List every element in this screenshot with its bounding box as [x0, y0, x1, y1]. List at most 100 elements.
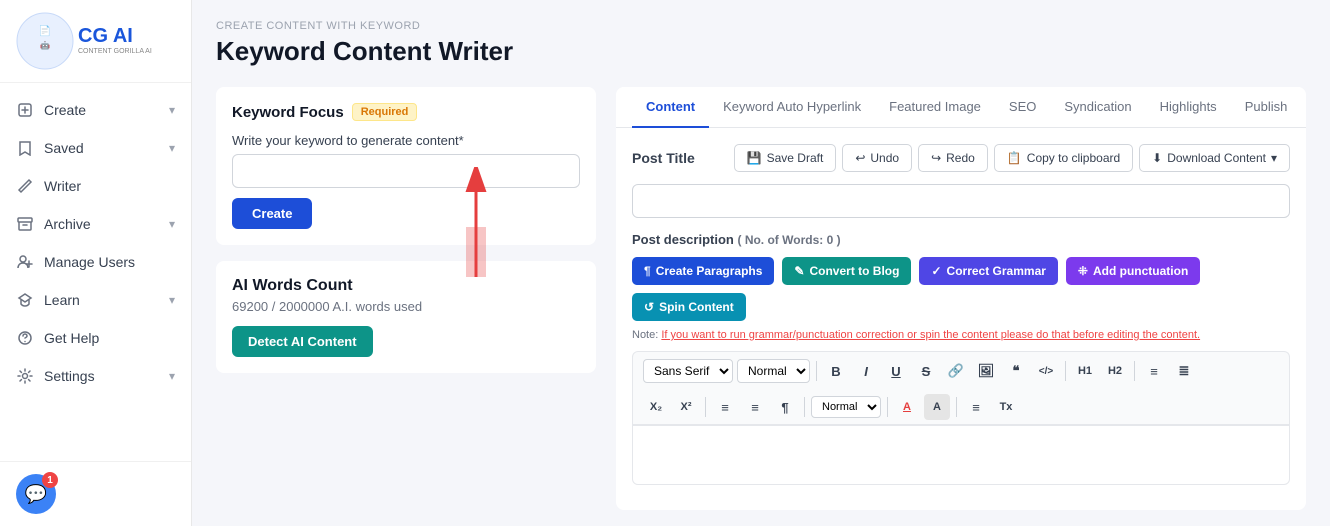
copy-icon: 📋 [1007, 151, 1022, 165]
get-help-label: Get Help [44, 330, 99, 346]
tab-featured-image[interactable]: Featured Image [875, 87, 995, 128]
correct-grammar-icon: ✓ [931, 264, 941, 278]
post-desc-row: Post description ( No. of Words: 0 ) [632, 232, 1290, 247]
sidebar-item-create[interactable]: Create ▾ [0, 91, 191, 129]
writer-icon [16, 177, 34, 195]
redo-icon: ↪ [931, 151, 941, 165]
image-button[interactable]: 🖼 [973, 358, 999, 384]
create-button[interactable]: Create [232, 198, 312, 229]
left-panel: Keyword Focus Required Write your keywor… [216, 87, 596, 510]
ordered-list-button[interactable]: ≣ [1171, 358, 1197, 384]
get-help-icon [16, 329, 34, 347]
italic-button[interactable]: I [853, 358, 879, 384]
align-right-button[interactable]: ≡ [742, 394, 768, 420]
keyword-input[interactable] [232, 154, 580, 188]
note-link[interactable]: If you want to run grammar/punctuation c… [661, 329, 1200, 341]
bold-button[interactable]: B [823, 358, 849, 384]
redo-button[interactable]: ↪ Redo [918, 144, 988, 172]
saved-icon [16, 139, 34, 157]
code-button[interactable]: </> [1033, 358, 1059, 384]
keyword-input-label: Write your keyword to generate content* [232, 133, 580, 148]
size-select[interactable]: Normal [737, 359, 810, 383]
download-icon: ⬇ [1152, 151, 1162, 165]
strikethrough-button[interactable]: S [913, 358, 939, 384]
detect-ai-button[interactable]: Detect AI Content [232, 326, 373, 357]
svg-text:🤖: 🤖 [40, 40, 50, 50]
logo-icon: 📄 🤖 [16, 12, 74, 70]
create-paragraphs-button[interactable]: ¶ Create Paragraphs [632, 257, 774, 285]
underline-button[interactable]: U [883, 358, 909, 384]
editor-content-area[interactable] [632, 425, 1290, 485]
logo-text: CG AI [78, 25, 133, 47]
tab-publish[interactable]: Publish [1231, 87, 1302, 128]
correct-grammar-button[interactable]: ✓ Correct Grammar [919, 257, 1057, 285]
toolbar-divider-7 [956, 397, 957, 417]
sidebar-item-saved[interactable]: Saved ▾ [0, 129, 191, 167]
link-button[interactable]: 🔗 [943, 358, 969, 384]
learn-icon [16, 291, 34, 309]
tab-highlights[interactable]: Highlights [1146, 87, 1231, 128]
spin-content-icon: ↺ [644, 300, 654, 314]
post-title-row: Post Title 💾 Save Draft ↩ Undo [632, 144, 1290, 172]
font-color-button[interactable]: A [894, 394, 920, 420]
post-desc-label: Post description ( No. of Words: 0 ) [632, 232, 841, 247]
undo-icon: ↩ [855, 151, 865, 165]
sidebar-item-learn[interactable]: Learn ▾ [0, 281, 191, 319]
editor-toolbar: Sans Serif Normal B I U S 🔗 🖼 ❝ </> [632, 351, 1290, 390]
add-punctuation-icon: ⁜ [1078, 264, 1088, 278]
keyword-focus-section: Keyword Focus Required Write your keywor… [216, 87, 596, 245]
create-icon [16, 101, 34, 119]
convert-blog-button[interactable]: ✎ Convert to Blog [782, 257, 911, 285]
post-title-input[interactable] [632, 184, 1290, 218]
subscript-button[interactable]: X₂ [643, 394, 669, 420]
saved-chevron: ▾ [169, 141, 175, 155]
manage-users-icon [16, 253, 34, 271]
main-content: CREATE CONTENT WITH KEYWORD Keyword Cont… [192, 0, 1330, 526]
sidebar-item-settings[interactable]: Settings ▾ [0, 357, 191, 395]
tab-keyword-auto[interactable]: Keyword Auto Hyperlink [709, 87, 875, 128]
toolbar-divider-1 [816, 361, 817, 381]
clear-format-button[interactable]: Tx [993, 394, 1019, 420]
align-justify-button[interactable]: ≡ [963, 394, 989, 420]
tab-content[interactable]: Content [632, 87, 709, 128]
save-draft-button[interactable]: 💾 Save Draft [734, 144, 837, 172]
required-badge: Required [352, 103, 418, 121]
spin-content-button[interactable]: ↺ Spin Content [632, 293, 746, 321]
tab-syndication[interactable]: Syndication [1050, 87, 1145, 128]
undo-button[interactable]: ↩ Undo [842, 144, 912, 172]
unordered-list-button[interactable]: ≡ [1141, 358, 1167, 384]
settings-label: Settings [44, 368, 95, 384]
download-chevron-icon: ▾ [1271, 151, 1277, 165]
sidebar-item-manage-users[interactable]: Manage Users [0, 243, 191, 281]
add-punctuation-button[interactable]: ⁜ Add punctuation [1066, 257, 1200, 285]
chat-button[interactable]: 💬 1 [16, 474, 56, 514]
paragraph-button[interactable]: ¶ [772, 394, 798, 420]
keyword-focus-label: Keyword Focus Required [232, 103, 580, 121]
sidebar-item-archive[interactable]: Archive ▾ [0, 205, 191, 243]
copy-clipboard-button[interactable]: 📋 Copy to clipboard [994, 144, 1133, 172]
post-title-label: Post Title [632, 150, 695, 166]
settings-icon [16, 367, 34, 385]
sidebar-item-writer[interactable]: Writer [0, 167, 191, 205]
toolbar-divider-4 [705, 397, 706, 417]
h1-button[interactable]: H1 [1072, 358, 1098, 384]
download-button[interactable]: ⬇ Download Content ▾ [1139, 144, 1290, 172]
logo-area: 📄 🤖 CG AI CONTENT GORILLA AI [0, 0, 191, 83]
tabs-bar: Content Keyword Auto Hyperlink Featured … [616, 87, 1306, 128]
logo-sub: CONTENT GORILLA AI [78, 48, 152, 56]
save-draft-icon: 💾 [747, 151, 762, 165]
superscript-button[interactable]: X² [673, 394, 699, 420]
h2-button[interactable]: H2 [1102, 358, 1128, 384]
note-area: Note: If you want to run grammar/punctua… [632, 329, 1290, 341]
bg-color-button[interactable]: A [924, 394, 950, 420]
toolbar-divider-6 [887, 397, 888, 417]
settings-chevron: ▾ [169, 369, 175, 383]
align-left-button[interactable]: ≡ [712, 394, 738, 420]
quote-button[interactable]: ❝ [1003, 358, 1029, 384]
sidebar: 📄 🤖 CG AI CONTENT GORILLA AI Create ▾ Sa… [0, 0, 192, 526]
tab-seo[interactable]: SEO [995, 87, 1050, 128]
sidebar-item-get-help[interactable]: Get Help [0, 319, 191, 357]
convert-blog-icon: ✎ [794, 264, 804, 278]
font-select[interactable]: Sans Serif [643, 359, 733, 383]
line-height-select[interactable]: Normal [811, 396, 881, 418]
